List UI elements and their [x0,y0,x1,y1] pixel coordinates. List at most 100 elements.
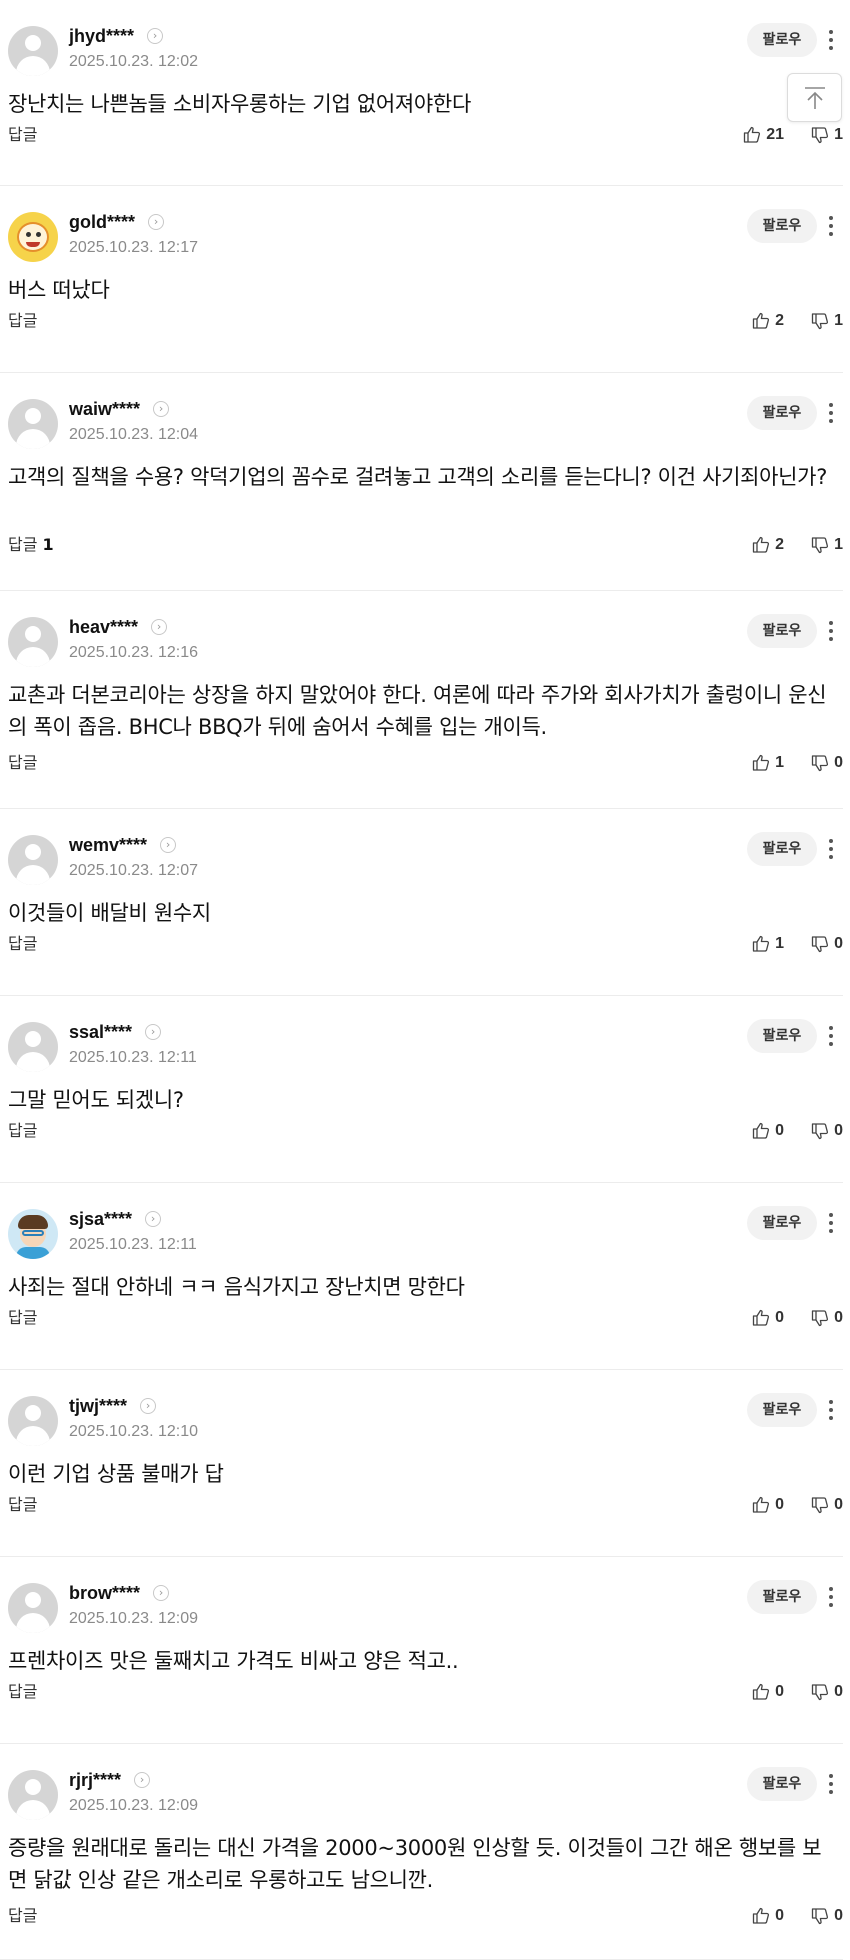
chevron-right-icon[interactable]: › [145,1024,162,1040]
reply-button[interactable]: 답글 [8,1904,37,1928]
chevron-right-icon[interactable]: › [140,1398,157,1414]
reply-button[interactable]: 답글 1 [8,533,54,557]
avatar[interactable] [8,617,58,667]
more-vertical-icon[interactable] [823,1581,839,1613]
dislike-count: 0 [834,754,843,771]
more-vertical-icon[interactable] [823,1020,839,1052]
reply-label: 답글 [8,535,38,554]
like-button[interactable]: 0 [751,1119,784,1143]
dislike-button[interactable]: 0 [810,1680,843,1704]
dislike-button[interactable]: 0 [810,1119,843,1143]
follow-button[interactable]: 팔로우 [747,1767,817,1801]
dislike-button[interactable]: 0 [810,932,843,956]
comment-text: 그말 믿어도 되겠니? [8,1088,184,1112]
follow-button[interactable]: 팔로우 [747,209,817,243]
avatar[interactable] [8,1022,58,1072]
comment-actions: 답글 21 1 [8,123,843,147]
dislike-button[interactable]: 1 [810,309,843,333]
avatar[interactable] [8,835,58,885]
username[interactable]: sjsa**** [69,1209,132,1230]
username[interactable]: gold**** [69,212,135,233]
comment-text: 증량을 원래대로 돌리는 대신 가격을 2000~3000원 인상할 듯. 이것… [8,1836,822,1892]
like-count: 0 [775,1907,784,1924]
more-vertical-icon[interactable] [823,1768,839,1800]
more-vertical-icon[interactable] [823,615,839,647]
like-button[interactable]: 0 [751,1306,784,1330]
chevron-right-icon[interactable]: › [151,619,168,635]
thumbs-up-icon [752,1683,770,1700]
like-button[interactable]: 1 [751,932,784,956]
like-button[interactable]: 2 [751,533,784,557]
more-vertical-icon[interactable] [823,210,839,242]
avatar[interactable] [8,1396,58,1446]
follow-button[interactable]: 팔로우 [747,1580,817,1614]
reply-button[interactable]: 답글 [8,1680,37,1704]
username[interactable]: heav**** [69,617,138,638]
reply-button[interactable]: 답글 [8,309,37,333]
reply-button[interactable]: 답글 [8,932,37,956]
comment-text: 프렌차이즈 맛은 둘째치고 가격도 비싸고 양은 적고.. [8,1649,459,1673]
avatar[interactable] [8,1209,58,1259]
like-button[interactable]: 0 [751,1680,784,1704]
comment-item: wemv**** › 2025.10.23. 12:07 팔로우 이것들이 배달비 원수… [0,809,843,996]
avatar[interactable] [8,26,58,76]
user-line: ssal**** › [69,1020,162,1044]
chevron-right-icon[interactable]: › [148,214,165,230]
avatar[interactable] [8,399,58,449]
username[interactable]: tjwj**** [69,1396,127,1417]
like-button[interactable]: 1 [751,751,784,775]
follow-button[interactable]: 팔로우 [747,832,817,866]
username[interactable]: rjrj**** [69,1770,121,1791]
follow-button[interactable]: 팔로우 [747,614,817,648]
reply-button[interactable]: 답글 [8,1493,37,1517]
follow-button[interactable]: 팔로우 [747,396,817,430]
like-button[interactable]: 0 [751,1493,784,1517]
chevron-right-icon[interactable]: › [153,1585,170,1601]
chevron-right-icon[interactable]: › [147,28,164,44]
comment-timestamp: 2025.10.23. 12:11 [69,1236,197,1253]
dislike-button[interactable]: 0 [810,1493,843,1517]
follow-button[interactable]: 팔로우 [747,1393,817,1427]
thumbs-up-icon [752,1496,770,1513]
more-vertical-icon[interactable] [823,24,839,56]
follow-button[interactable]: 팔로우 [747,1206,817,1240]
reply-button[interactable]: 답글 [8,1306,37,1330]
more-vertical-icon[interactable] [823,1394,839,1426]
follow-button[interactable]: 팔로우 [747,23,817,57]
thumbs-up-icon [752,1309,770,1326]
more-vertical-icon[interactable] [823,397,839,429]
like-button[interactable]: 2 [751,309,784,333]
reply-button[interactable]: 답글 [8,123,37,147]
username[interactable]: waiw**** [69,399,140,420]
avatar[interactable] [8,212,58,262]
dislike-button[interactable]: 0 [810,1306,843,1330]
reply-button[interactable]: 답글 [8,1119,37,1143]
more-vertical-icon[interactable] [823,1207,839,1239]
chevron-right-icon[interactable]: › [145,1211,162,1227]
avatar[interactable] [8,1583,58,1633]
username[interactable]: ssal**** [69,1022,132,1043]
username[interactable]: brow**** [69,1583,140,1604]
dislike-button[interactable]: 0 [810,1904,843,1928]
username[interactable]: jhyd**** [69,26,134,47]
username[interactable]: wemv**** [69,835,147,856]
chevron-right-icon[interactable]: › [160,837,177,853]
chevron-right-icon[interactable]: › [134,1772,151,1788]
dislike-button[interactable]: 1 [810,533,843,557]
reply-label: 답글 [8,1308,38,1327]
avatar[interactable] [8,1770,58,1820]
thumbs-down-icon [811,755,829,772]
like-button[interactable]: 0 [751,1904,784,1928]
dislike-button[interactable]: 1 [810,123,843,147]
like-count: 0 [775,1122,784,1139]
dislike-button[interactable]: 0 [810,751,843,775]
like-count: 0 [775,1309,784,1326]
dislike-count: 1 [834,536,843,553]
reply-button[interactable]: 답글 [8,751,37,775]
arrow-up-to-top-icon [805,87,825,109]
scroll-to-top-button[interactable] [787,73,842,122]
chevron-right-icon[interactable]: › [153,401,170,417]
follow-button[interactable]: 팔로우 [747,1019,817,1053]
more-vertical-icon[interactable] [823,833,839,865]
like-button[interactable]: 21 [742,123,784,147]
